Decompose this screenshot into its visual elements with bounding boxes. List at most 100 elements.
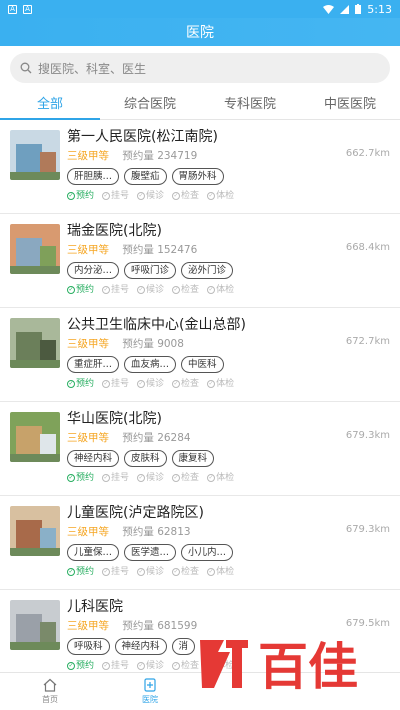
tab-all[interactable]: 全部: [0, 90, 100, 119]
service-indicator: ✓体检: [207, 284, 234, 296]
check-circle-icon: ✓: [137, 568, 146, 576]
department-tag[interactable]: 呼吸科: [67, 638, 110, 655]
service-indicator: ✓ 预约: [67, 190, 94, 202]
check-circle-icon: ✓: [137, 474, 146, 482]
hospital-card[interactable]: 第一人民医院(松江南院) 三级甲等 预约量 234719 肝胆胰… 腹壁疝 胃肠外科…: [0, 120, 400, 214]
check-circle-icon: ✓: [102, 380, 111, 388]
notification-icon: A: [8, 4, 17, 14]
booking-count: 62813: [157, 526, 191, 538]
department-tag[interactable]: 医学遗…: [124, 544, 177, 561]
service-indicator: ✓ 候诊: [137, 190, 164, 202]
wifi-icon: [323, 4, 335, 14]
hospital-photo[interactable]: [10, 224, 60, 274]
hospital-photo[interactable]: [10, 412, 60, 462]
department-tag[interactable]: 消: [171, 638, 196, 655]
search-placeholder: 搜医院、科室、医生: [38, 61, 147, 76]
service-label: 候诊: [146, 191, 165, 201]
check-circle-icon: ✓: [172, 286, 181, 294]
hospital-level: 三级甲等: [67, 620, 109, 632]
hospital-distance: 662.7km: [345, 148, 390, 159]
service-label: 检查: [181, 473, 200, 483]
service-indicator: ✓ 检查: [172, 378, 199, 390]
service-indicator: ✓ 检查: [172, 660, 199, 672]
department-tag[interactable]: 康复科: [171, 450, 215, 467]
department-tag[interactable]: 重症肝…: [67, 356, 120, 373]
department-tag[interactable]: 中医科: [181, 356, 224, 373]
booking-label: 预约量: [122, 526, 154, 538]
hospital-card[interactable]: 公共卫生临床中心(金山总部) 三级甲等 预约量 9008 重症肝… 血友病… 中医科…: [0, 308, 400, 402]
hospital-photo[interactable]: [10, 130, 60, 180]
nav-home-label: 首页: [42, 695, 58, 704]
hospital-photo[interactable]: [10, 318, 60, 368]
service-label: 检查: [181, 567, 200, 577]
service-label: 挂号: [111, 379, 130, 389]
hospital-photo[interactable]: [10, 600, 60, 650]
service-indicator: ✓体检: [207, 190, 234, 202]
service-indicator: ✓ 候诊: [137, 566, 164, 578]
hospital-name[interactable]: 儿科医院: [67, 598, 390, 616]
hospital-card[interactable]: 瑞金医院(北院) 三级甲等 预约量 152476 内分泌… 呼吸门诊 泌外门诊 ✓ 预…: [0, 214, 400, 308]
status-bar: A A 5:13: [0, 0, 400, 18]
booking-label: 预约量: [122, 244, 154, 256]
hospital-name[interactable]: 瑞金医院(北院): [67, 222, 390, 240]
service-label: 体检: [216, 473, 235, 483]
hospital-name[interactable]: 儿童医院(泸定路院区): [67, 504, 390, 522]
service-label: 挂号: [111, 567, 130, 577]
hospital-level: 三级甲等: [67, 432, 109, 444]
department-tag[interactable]: 内分泌…: [67, 262, 120, 279]
service-indicator: ✓ 挂号: [102, 660, 129, 672]
department-tag[interactable]: 神经内科: [114, 638, 167, 655]
department-tag[interactable]: 血友病…: [124, 356, 177, 373]
hospital-photo[interactable]: [10, 506, 60, 556]
check-circle-icon: ✓: [207, 568, 216, 576]
department-tag[interactable]: 肝胆胰…: [67, 168, 120, 185]
hospital-card[interactable]: 儿童医院(泸定路院区) 三级甲等 预约量 62813 儿童保… 医学遗… 小儿内… …: [0, 496, 400, 590]
search-input[interactable]: 搜医院、科室、医生: [10, 53, 390, 83]
department-tag[interactable]: 泌外门诊: [181, 262, 234, 279]
service-label: 预约: [76, 285, 95, 295]
service-indicator: ✓ 检查: [172, 190, 199, 202]
hospital-name[interactable]: 第一人民医院(松江南院): [67, 128, 390, 146]
service-indicator: ✓ 候诊: [137, 284, 164, 296]
hospital-level: 三级甲等: [67, 338, 109, 350]
service-indicator: ✓ 检查: [172, 566, 199, 578]
booking-count: 152476: [157, 244, 198, 256]
service-indicator: ✓ 挂号: [102, 284, 129, 296]
service-label: 候诊: [146, 661, 165, 671]
check-circle-icon: ✓: [67, 286, 75, 294]
tab-tcm[interactable]: 中医医院: [300, 90, 400, 119]
service-list: ✓预约✓挂号✓候诊✓检查✓体检: [67, 566, 390, 578]
department-tag[interactable]: 儿童保…: [67, 544, 120, 561]
service-label: 检查: [181, 285, 200, 295]
check-circle-icon: ✓: [102, 192, 111, 200]
hospital-level: 三级甲等: [67, 150, 109, 162]
department-tag[interactable]: 神经内科: [67, 450, 120, 467]
department-tags: 肝胆胰… 腹壁疝 胃肠外科: [67, 168, 390, 185]
booking-count: 26284: [157, 432, 191, 444]
hospital-distance: 668.4km: [345, 242, 390, 253]
nav-home[interactable]: 首页: [0, 673, 100, 710]
check-circle-icon: ✓: [137, 192, 146, 200]
battery-icon: [355, 4, 362, 14]
hospital-level: 三级甲等: [67, 244, 109, 256]
service-label: 预约: [76, 191, 95, 201]
department-tag[interactable]: 腹壁疝: [124, 168, 167, 185]
hospital-name[interactable]: 公共卫生临床中心(金山总部): [67, 316, 390, 334]
hospital-card[interactable]: 华山医院(北院) 三级甲等 预约量 26284 神经内科 皮肤科 康复科 ✓ 预约 ✓ 挂…: [0, 402, 400, 496]
tab-specialty[interactable]: 专科医院: [200, 90, 300, 119]
page-title: 医院: [186, 25, 214, 41]
booking-count: 9008: [157, 338, 184, 350]
nav-hospital[interactable]: 医院: [100, 673, 200, 710]
department-tag[interactable]: 胃肠外科: [171, 168, 224, 185]
service-indicator: ✓ 候诊: [137, 660, 164, 672]
department-tag[interactable]: 呼吸门诊: [124, 262, 177, 279]
service-label: 预约: [76, 473, 95, 483]
svg-text:百佳: 百佳: [258, 638, 358, 692]
department-tag[interactable]: 小儿内…: [181, 544, 234, 561]
service-label: 候诊: [146, 285, 165, 295]
department-tag[interactable]: 皮肤科: [124, 450, 167, 467]
header: 医院: [0, 18, 400, 46]
tab-general[interactable]: 综合医院: [100, 90, 200, 119]
signal-icon: [340, 4, 350, 14]
hospital-name[interactable]: 华山医院(北院): [67, 410, 390, 428]
